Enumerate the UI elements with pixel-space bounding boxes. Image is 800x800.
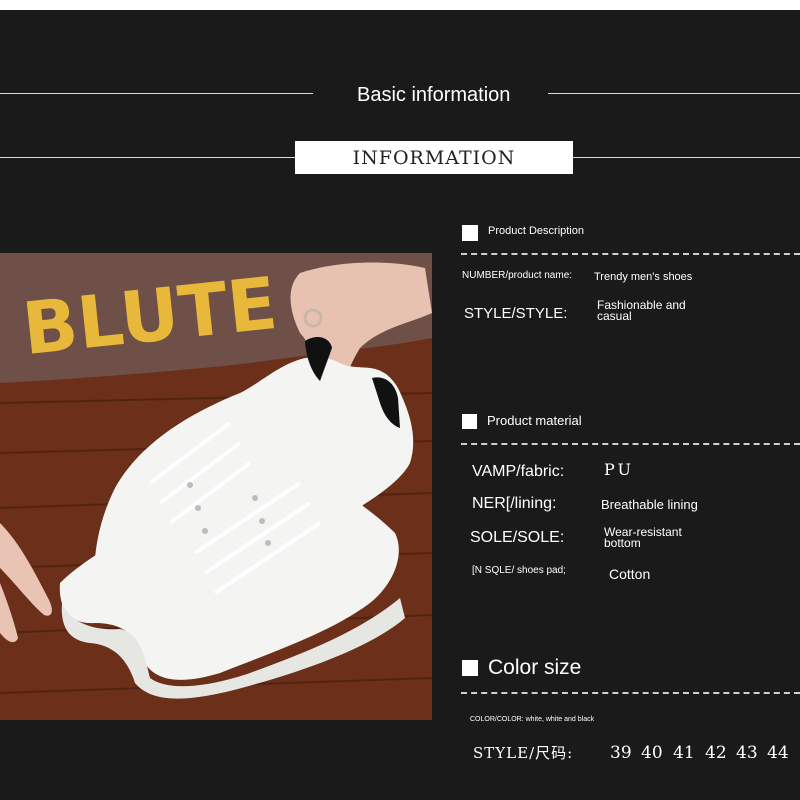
size-41: 41 (673, 743, 695, 763)
page-title: Basic information (357, 84, 511, 106)
product-name-label: NUMBER/product name: (462, 270, 573, 281)
divider-material (461, 443, 800, 445)
information-banner: INFORMATION (295, 141, 573, 174)
style-value: Fashionable and casual (597, 298, 686, 323)
banner-rule-right (573, 157, 800, 158)
vamp-value: PU (604, 460, 634, 479)
sole-label: SOLE/SOLE: (470, 529, 565, 546)
header-rule-left (0, 93, 313, 94)
size-label: STYLE/尺码: (473, 744, 574, 762)
vamp-label: VAMP/fabric: (472, 463, 565, 480)
style-label: STYLE/STYLE: (464, 305, 568, 322)
size-40: 40 (641, 743, 663, 763)
divider-description (461, 253, 800, 255)
checkbox-icon (462, 414, 477, 429)
lining-value: Breathable lining (601, 497, 698, 512)
size-42: 42 (705, 743, 727, 763)
product-photo: BLUTE (0, 253, 432, 720)
header-rule-right (548, 93, 800, 94)
product-name-value: Trendy men's shoes (594, 271, 693, 283)
size-39: 39 (610, 743, 632, 763)
sole-value: Wear-resistant bottom (604, 525, 682, 550)
banner-rule-left (0, 157, 295, 158)
shoe-pad-label: [N SQLE/ shoes pad; (472, 565, 566, 576)
shoe-pad-value: Cotton (609, 566, 651, 582)
color-text: COLOR/COLOR: white, white and black (470, 716, 595, 723)
top-border (0, 0, 800, 10)
checkbox-icon (462, 660, 478, 676)
lining-label: NER[/lining: (472, 495, 557, 512)
color-size-title: Color size (462, 656, 581, 680)
checkbox-icon (462, 225, 478, 241)
product-material-title: Product material (462, 411, 582, 429)
divider-color-size (461, 692, 800, 694)
size-44: 44 (767, 743, 789, 763)
size-43: 43 (736, 743, 758, 763)
product-description-title: Product Description (462, 220, 584, 241)
